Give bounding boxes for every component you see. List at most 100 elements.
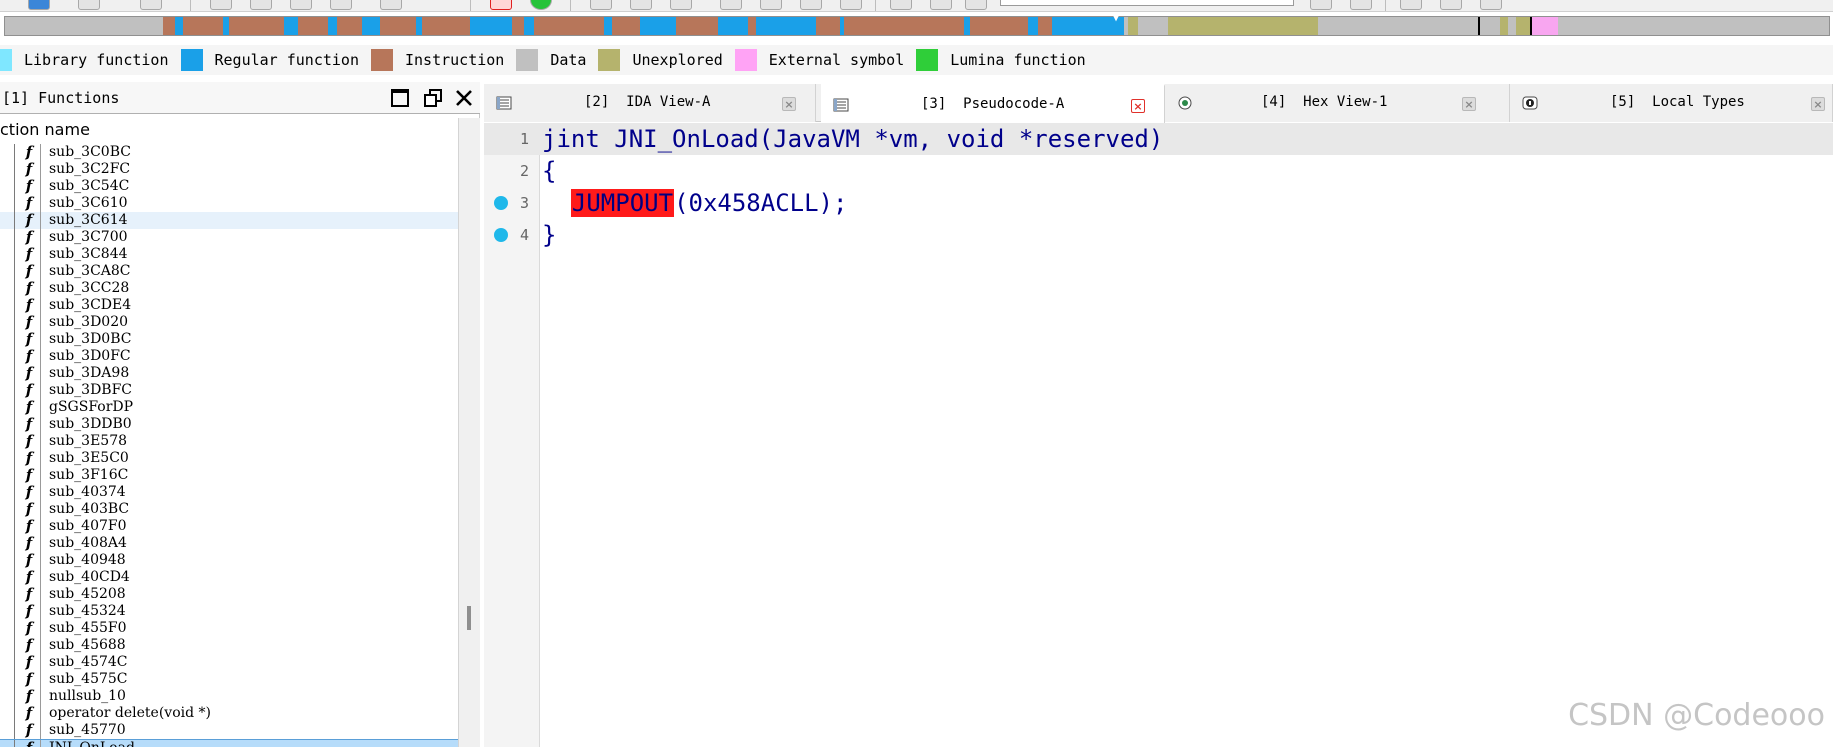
legend-swatch — [180, 49, 203, 71]
record-button[interactable] — [490, 0, 512, 10]
toolbar-button[interactable] — [1480, 0, 1502, 10]
code-line[interactable]: 1 jint JNI_OnLoad(JavaVM *vm, void *reser… — [484, 123, 1833, 155]
address-input[interactable] — [1000, 0, 1294, 6]
toolbar-button[interactable] — [1400, 0, 1422, 10]
legend-item: Lumina function — [916, 49, 1086, 71]
toolbar-button[interactable] — [590, 0, 612, 10]
toolbar-button[interactable] — [720, 0, 742, 10]
toolbar-button[interactable] — [210, 0, 232, 10]
function-list-item[interactable]: f JNI_OnLoad — [0, 739, 458, 747]
function-list-item[interactable]: f sub_45208 — [0, 586, 458, 603]
toolbar-button[interactable] — [890, 0, 912, 10]
column-separator — [40, 416, 41, 433]
view-tab[interactable]: [2] IDA View-A × — [484, 84, 816, 122]
column-separator — [40, 484, 41, 501]
navband-segment — [748, 17, 756, 35]
tab-close-icon[interactable]: × — [1462, 97, 1476, 111]
function-list-item[interactable]: f sub_4574C — [0, 654, 458, 671]
code-line[interactable]: 3 JUMPOUT(0x458ACLL); — [484, 187, 1833, 219]
run-button[interactable] — [530, 0, 552, 10]
view-tab[interactable]: [5] Local Types × — [1510, 84, 1833, 122]
view-tab[interactable]: [4] Hex View-1 × — [1165, 84, 1510, 122]
function-list-item[interactable]: f nullsub_10 — [0, 688, 458, 705]
function-list-item[interactable]: f sub_3E5C0 — [0, 450, 458, 467]
function-list-item[interactable]: f sub_3CDE4 — [0, 297, 458, 314]
function-list-item[interactable]: f sub_40948 — [0, 552, 458, 569]
function-list-item[interactable]: f sub_3C610 — [0, 195, 458, 212]
function-list-item[interactable]: f sub_4575C — [0, 671, 458, 688]
function-list-item[interactable]: f sub_3DBFC — [0, 382, 458, 399]
function-list-item[interactable]: f sub_3D020 — [0, 314, 458, 331]
function-list-item[interactable]: f sub_403BC — [0, 501, 458, 518]
code-line[interactable]: 4} — [484, 219, 1833, 251]
toolbar-button[interactable] — [330, 0, 352, 10]
function-list-item[interactable]: f sub_3C844 — [0, 246, 458, 263]
tab-close-icon[interactable]: × — [1811, 97, 1825, 111]
function-list-item[interactable]: f gSGSForDP — [0, 399, 458, 416]
toolbar-button[interactable] — [930, 0, 952, 10]
toolbar-button[interactable] — [1350, 0, 1372, 10]
function-list-item[interactable]: f sub_3D0BC — [0, 331, 458, 348]
function-list-item[interactable]: f sub_45770 — [0, 722, 458, 739]
toolbar-button[interactable] — [140, 0, 162, 10]
function-list-item[interactable]: f operator delete(void *) — [0, 705, 458, 722]
function-list[interactable]: f sub_3C0BC f sub_3C2FC f sub_3C54C f sub_3C610… — [0, 144, 458, 747]
function-name-column-header[interactable]: ction name — [0, 118, 460, 140]
function-list-item[interactable]: f sub_3CC28 — [0, 280, 458, 297]
breakpoint-dot-icon[interactable] — [494, 228, 508, 242]
code-text[interactable]: jint JNI_OnLoad(JavaVM *vm, void *reserv… — [542, 123, 1163, 155]
jumpout-highlight[interactable]: JUMPOUT — [570, 189, 675, 217]
function-list-item[interactable]: f sub_3C614 — [0, 212, 458, 229]
toolbar-button[interactable] — [250, 0, 272, 10]
scrollbar-thumb[interactable] — [467, 606, 471, 630]
toolbar-button[interactable] — [965, 0, 987, 10]
tab-close-icon[interactable]: × — [1131, 99, 1145, 113]
toolbar-button[interactable] — [78, 0, 100, 10]
function-list-item[interactable]: f sub_3DA98 — [0, 365, 458, 382]
toolbar-button[interactable] — [630, 0, 652, 10]
toolbar-button[interactable] — [290, 0, 312, 10]
function-list-item[interactable]: f sub_3C700 — [0, 229, 458, 246]
breakpoint-dot-icon[interactable] — [494, 196, 508, 210]
function-list-item[interactable]: f sub_3C54C — [0, 178, 458, 195]
function-list-item[interactable]: f sub_3CA8C — [0, 263, 458, 280]
function-list-item[interactable]: f sub_40374 — [0, 484, 458, 501]
maximize-icon[interactable] — [389, 87, 411, 109]
function-list-item[interactable]: f sub_3E578 — [0, 433, 458, 450]
function-list-item[interactable]: f sub_455F0 — [0, 620, 458, 637]
code-line[interactable]: 2{ — [484, 155, 1833, 187]
function-list-item[interactable]: f sub_408A4 — [0, 535, 458, 552]
function-list-item[interactable]: f sub_3D0FC — [0, 348, 458, 365]
code-text[interactable]: JUMPOUT(0x458ACLL); — [542, 187, 847, 219]
toolbar-button[interactable] — [800, 0, 822, 10]
toolbar-button[interactable] — [840, 0, 862, 10]
function-list-item[interactable]: f sub_40CD4 — [0, 569, 458, 586]
navigation-band[interactable] — [4, 16, 1830, 36]
function-list-item[interactable]: f sub_3C2FC — [0, 161, 458, 178]
function-list-item[interactable]: f sub_45324 — [0, 603, 458, 620]
function-list-item[interactable]: f sub_45688 — [0, 637, 458, 654]
toolbar-button[interactable] — [380, 0, 402, 10]
restore-icon[interactable] — [422, 87, 444, 109]
navband-segment — [1028, 17, 1038, 35]
toolbar-button[interactable] — [1440, 0, 1462, 10]
toolbar-button[interactable] — [1310, 0, 1332, 10]
toolbar-button[interactable] — [760, 0, 782, 10]
function-list-item[interactable]: f sub_3F16C — [0, 467, 458, 484]
function-list-item[interactable]: f sub_3C0BC — [0, 144, 458, 161]
tree-line — [14, 144, 15, 161]
function-list-item[interactable]: f sub_3DDB0 — [0, 416, 458, 433]
close-icon[interactable] — [453, 87, 475, 109]
toolbar-button[interactable] — [28, 0, 50, 10]
toolbar-button[interactable] — [670, 0, 692, 10]
tree-line — [14, 161, 15, 178]
pseudocode-editor[interactable]: 1 jint JNI_OnLoad(JavaVM *vm, void *reser… — [484, 123, 1833, 747]
vertical-scrollbar[interactable] — [458, 118, 480, 747]
function-list-item[interactable]: f sub_407F0 — [0, 518, 458, 535]
tab-close-icon[interactable]: × — [782, 97, 796, 111]
code-text[interactable]: } — [542, 219, 556, 251]
code-text[interactable]: { — [542, 155, 556, 187]
tree-line — [14, 552, 15, 569]
view-tab[interactable]: [3] Pseudocode-A × — [821, 84, 1165, 123]
